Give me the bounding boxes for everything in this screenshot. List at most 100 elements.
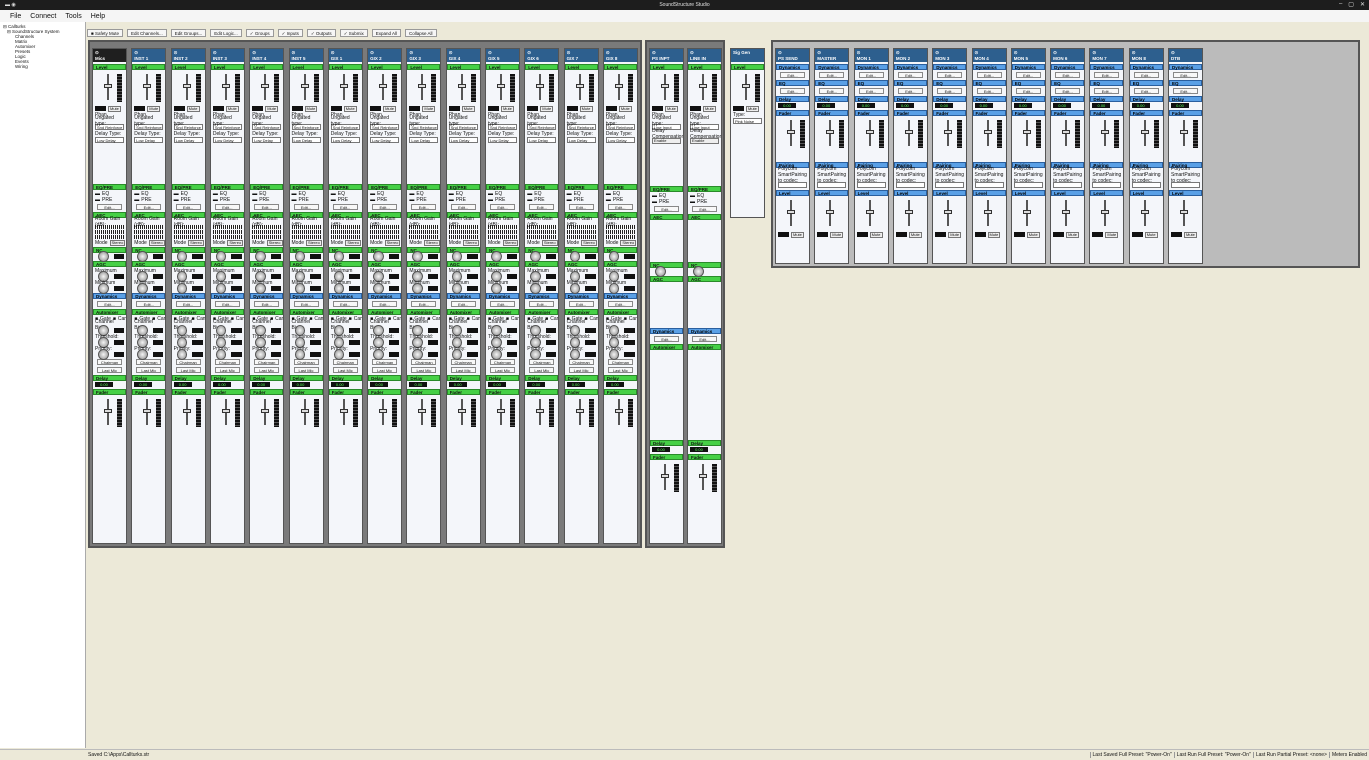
- chairman-button[interactable]: Chairman: [529, 359, 555, 365]
- agc-min-display[interactable]: [585, 286, 596, 291]
- eq-edit-button[interactable]: Edit...: [1055, 88, 1081, 94]
- agc-min-display[interactable]: [624, 286, 635, 291]
- fader-knob[interactable]: [1022, 130, 1031, 134]
- eqpre-section[interactable]: EQ/PRE: [564, 184, 598, 190]
- level-section[interactable]: Level: [328, 64, 362, 70]
- automixer-section[interactable]: Automixer: [289, 309, 323, 315]
- delay-section[interactable]: Delay: [289, 375, 323, 381]
- delay-section[interactable]: Delay: [688, 440, 721, 446]
- level-fader[interactable]: [975, 198, 1004, 230]
- fader-section[interactable]: Fader: [93, 389, 126, 395]
- level-section[interactable]: Level: [1090, 190, 1124, 196]
- mute-button[interactable]: Mute: [422, 105, 436, 112]
- agc-min-display[interactable]: [349, 286, 360, 291]
- gain-display[interactable]: [527, 106, 539, 111]
- gain-display[interactable]: [1013, 232, 1025, 237]
- fader-section[interactable]: Fader: [368, 389, 402, 395]
- chairman-button[interactable]: Chairman: [332, 359, 358, 365]
- agc-min-knob[interactable]: [530, 283, 541, 294]
- delay-display[interactable]: 0.00: [95, 382, 113, 387]
- channel-fader[interactable]: [778, 118, 807, 160]
- last-mic-button[interactable]: Last Mic: [293, 367, 319, 373]
- fader-knob[interactable]: [1062, 210, 1071, 214]
- fader-section[interactable]: Fader: [564, 389, 598, 395]
- menu-file[interactable]: File: [10, 13, 21, 20]
- dynamics-edit-button[interactable]: Edit...: [937, 72, 963, 78]
- channel-header[interactable]: ⊙ GIX 1: [328, 49, 362, 62]
- priority-knob[interactable]: [530, 349, 541, 360]
- bias-display[interactable]: [585, 328, 596, 333]
- channel-header[interactable]: ⊙ Mics: [93, 49, 126, 62]
- delay-type-dropdown[interactable]: Low Delay: [409, 137, 439, 143]
- mute-button[interactable]: Mute: [746, 105, 759, 112]
- level-fader[interactable]: [449, 72, 478, 104]
- fader-section[interactable]: Fader: [1090, 110, 1124, 116]
- delay-display[interactable]: 0.00: [488, 382, 506, 387]
- delay-display[interactable]: 0.00: [1053, 103, 1072, 108]
- delay-display[interactable]: 0.00: [1092, 103, 1111, 108]
- delay-display[interactable]: 0.00: [856, 103, 875, 108]
- agc-min-knob[interactable]: [137, 283, 148, 294]
- chairman-button[interactable]: Chairman: [293, 359, 319, 365]
- delay-section[interactable]: Delay: [893, 96, 927, 102]
- channel-header[interactable]: ⊙ MON 5: [1011, 49, 1045, 62]
- automixer-section[interactable]: Automixer: [368, 309, 402, 315]
- gain-display[interactable]: [488, 106, 499, 111]
- level-section[interactable]: Level: [933, 190, 967, 196]
- agc-max-display[interactable]: [388, 274, 400, 279]
- eq-edit-button[interactable]: Edit...: [858, 88, 884, 94]
- agc-min-knob[interactable]: [451, 283, 463, 294]
- delay-type-dropdown[interactable]: Low Delay: [566, 137, 596, 143]
- channel-header[interactable]: ⊙ MON 8: [1129, 49, 1163, 62]
- delay-type-dropdown[interactable]: Low Delay: [252, 137, 282, 143]
- delay-section[interactable]: Delay: [1169, 96, 1202, 102]
- mode-value[interactable]: Stereo: [306, 239, 322, 246]
- level-section[interactable]: Level: [171, 64, 205, 70]
- fader-section[interactable]: Fader: [688, 454, 721, 460]
- menu-tools[interactable]: Tools: [65, 13, 81, 20]
- last-mic-button[interactable]: Last Mic: [214, 367, 240, 373]
- fader-section[interactable]: Fader: [1129, 110, 1163, 116]
- level-fader[interactable]: [174, 72, 203, 104]
- mode-value[interactable]: Stereo: [384, 239, 401, 246]
- dynamics-section[interactable]: Dynamics: [1169, 64, 1202, 70]
- delay-section[interactable]: Delay: [933, 96, 967, 102]
- dynamics-edit-button[interactable]: Edit...: [976, 72, 1002, 78]
- delay-display[interactable]: 0.00: [566, 382, 585, 387]
- level-section[interactable]: Level: [731, 64, 764, 70]
- chairman-button[interactable]: Chairman: [214, 359, 240, 365]
- mute-button[interactable]: Mute: [791, 231, 804, 238]
- last-mic-button[interactable]: Last Mic: [254, 367, 280, 373]
- mute-button[interactable]: Mute: [665, 105, 678, 112]
- gain-display[interactable]: [778, 232, 789, 237]
- level-fader[interactable]: [1053, 198, 1082, 230]
- eqpre-section[interactable]: EQ/PRE: [250, 184, 284, 190]
- mute-button[interactable]: Mute: [948, 231, 962, 238]
- level-section[interactable]: Level: [893, 190, 927, 196]
- level-fader[interactable]: [690, 72, 719, 104]
- automixer-section[interactable]: Automixer: [446, 309, 480, 315]
- priority-display[interactable]: [113, 352, 124, 357]
- channel-fader[interactable]: [1171, 118, 1200, 160]
- agc-min-display[interactable]: [113, 286, 124, 291]
- channel-fader[interactable]: [527, 397, 556, 429]
- agc-section[interactable]: AGC: [250, 261, 284, 267]
- dynamics-section[interactable]: Dynamics: [525, 293, 559, 299]
- eq-section[interactable]: EQ: [893, 80, 927, 86]
- dynamics-edit-button[interactable]: Edit...: [293, 301, 319, 307]
- channel-fader[interactable]: [174, 397, 203, 429]
- nc-display[interactable]: [152, 254, 164, 259]
- dynamics-edit-button[interactable]: Edit...: [897, 72, 923, 78]
- eq-edit-button[interactable]: Edit...: [254, 204, 280, 210]
- fader-section[interactable]: Fader: [210, 389, 244, 395]
- fader-knob[interactable]: [104, 84, 112, 88]
- delay-section[interactable]: Delay: [972, 96, 1006, 102]
- fader-knob[interactable]: [1101, 130, 1110, 134]
- dynamics-section[interactable]: Dynamics: [210, 293, 244, 299]
- fader-knob[interactable]: [983, 210, 992, 214]
- fader-knob[interactable]: [944, 210, 953, 214]
- agc-section[interactable]: AGC: [289, 261, 323, 267]
- nc-section[interactable]: NC: [210, 247, 244, 253]
- channel-fader[interactable]: [331, 397, 360, 429]
- dynamics-edit-button[interactable]: Edit...: [692, 336, 717, 342]
